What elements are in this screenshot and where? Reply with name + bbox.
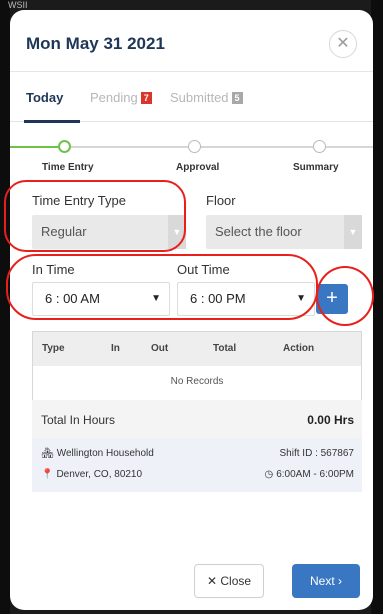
tab-bar: Today Pending 7 Submitted 5 — [10, 72, 373, 123]
tab-today[interactable]: Today — [26, 90, 63, 105]
close-icon: ✕ — [336, 35, 350, 52]
shift-info-card: 🏘 Wellington Household 📍 Denver, CO, 80210… — [32, 438, 362, 492]
floor-placeholder: Select the floor — [215, 224, 302, 239]
step-dot-time-entry — [58, 140, 71, 153]
column-header-in: In — [111, 343, 120, 354]
stepper-line — [326, 146, 373, 148]
stepper-line — [71, 146, 188, 148]
in-time-label: In Time — [32, 262, 75, 277]
step-dot-summary — [313, 140, 326, 153]
total-hours-row: Total In Hours 0.00 Hrs — [32, 400, 362, 438]
building-icon: 🏘 — [41, 448, 54, 459]
chevron-down-icon: ▼ — [168, 215, 186, 249]
close-icon: ✕ — [206, 574, 218, 588]
stepper-line — [201, 146, 313, 148]
page-title: Mon May 31 2021 — [26, 34, 165, 53]
household-name: Wellington Household — [56, 448, 154, 459]
column-header-out: Out — [151, 343, 169, 354]
tab-submitted[interactable]: Submitted 5 — [170, 90, 243, 105]
submitted-count-badge: 5 — [231, 92, 243, 104]
out-time-value: 6 : 00 PM — [190, 291, 246, 306]
step-label-approval: Approval — [176, 162, 220, 173]
map-pin-icon: 📍 — [41, 469, 54, 480]
tab-submitted-label: Submitted — [170, 90, 229, 105]
in-time-select[interactable]: 6 : 00 AM ▼ — [32, 282, 170, 316]
step-label-time-entry: Time Entry — [42, 162, 94, 173]
time-entry-type-value: Regular — [41, 224, 87, 239]
chevron-down-icon: ▼ — [344, 215, 362, 249]
time-entry-type-label: Time Entry Type — [32, 193, 126, 208]
table-header: Type In Out Total Action — [33, 332, 361, 366]
close-button-label: Close — [220, 574, 252, 588]
caret-down-icon: ▼ — [296, 293, 306, 304]
shift-id: Shift ID : 567867 — [279, 448, 355, 459]
out-time-label: Out Time — [177, 262, 230, 277]
shift-hours-row: ◷ 6:00AM - 6:00PM — [264, 469, 354, 480]
total-hours-label: Total In Hours — [41, 413, 116, 427]
next-button[interactable]: Next › — [292, 564, 360, 598]
clock-icon: ◷ — [264, 469, 274, 480]
total-hours-value: 0.00 Hrs — [307, 413, 354, 427]
phone-frame-left — [0, 0, 10, 614]
next-button-label: Next — [309, 574, 335, 588]
active-tab-indicator — [24, 120, 80, 123]
out-time-select[interactable]: 6 : 00 PM ▼ — [177, 282, 315, 316]
column-header-type: Type — [42, 343, 65, 354]
floor-select[interactable]: Select the floor ▼ — [206, 215, 362, 249]
close-modal-button[interactable]: ✕ Close — [194, 564, 264, 598]
household-row: 🏘 Wellington Household — [41, 448, 154, 459]
time-entry-modal: Mon May 31 2021 ✕ Today Pending 7 Submitt… — [10, 10, 373, 610]
location-text: Denver, CO, 80210 — [56, 469, 143, 480]
column-header-total: Total — [213, 343, 237, 354]
modal-header: Mon May 31 2021 ✕ — [10, 10, 373, 72]
step-label-summary: Summary — [293, 162, 339, 173]
tab-pending[interactable]: Pending 7 — [90, 90, 152, 105]
floor-label: Floor — [206, 193, 236, 208]
in-time-value: 6 : 00 AM — [45, 291, 100, 306]
add-time-entry-button[interactable]: + — [316, 284, 348, 314]
time-entries-table: Type In Out Total Action No Records — [32, 331, 362, 401]
tab-today-label: Today — [26, 90, 64, 105]
pending-count-badge: 7 — [140, 92, 152, 104]
step-dot-approval — [188, 140, 201, 153]
shift-hours: 6:00AM - 6:00PM — [276, 469, 354, 480]
stepper-line-complete — [10, 146, 58, 148]
column-header-action: Action — [283, 343, 315, 354]
location-row: 📍 Denver, CO, 80210 — [41, 469, 142, 480]
caret-down-icon: ▼ — [151, 293, 161, 304]
empty-table-message: No Records — [170, 376, 224, 387]
time-entry-type-select[interactable]: Regular ▼ — [32, 215, 186, 249]
chevron-right-icon: › — [338, 574, 343, 588]
tab-pending-label: Pending — [90, 90, 138, 105]
close-button[interactable]: ✕ — [329, 30, 357, 58]
plus-icon: + — [326, 287, 338, 309]
progress-stepper: Time Entry Approval Summary — [10, 134, 373, 178]
